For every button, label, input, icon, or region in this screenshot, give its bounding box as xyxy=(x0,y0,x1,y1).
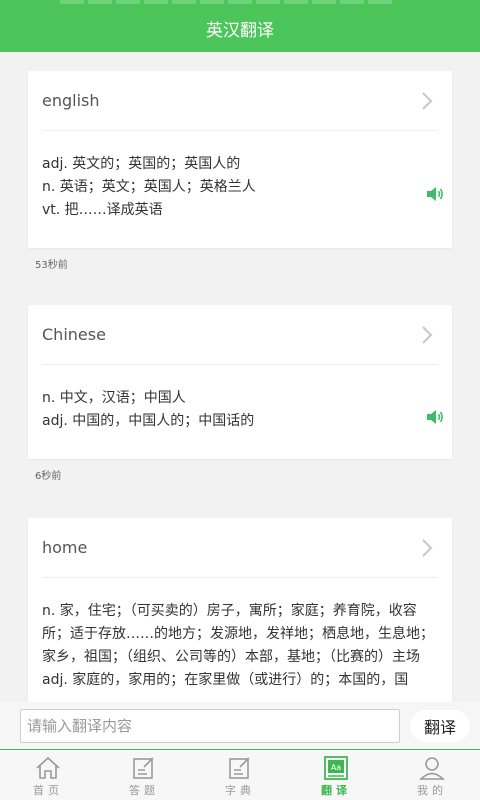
edit-icon xyxy=(133,757,154,779)
page-title: 英汉翻译 xyxy=(206,21,274,41)
tab-profile[interactable]: 我的 xyxy=(384,750,480,800)
tab-dictionary[interactable]: 字典 xyxy=(192,750,288,800)
card-header[interactable]: home xyxy=(42,518,438,578)
entry-definitions: n. 中文，汉语；中国人 adj. 中国的，中国人的；中国话的 xyxy=(28,365,452,433)
tab-quiz[interactable]: 答题 xyxy=(96,750,192,800)
chevron-right-icon[interactable] xyxy=(418,539,436,557)
tab-label: 翻译 xyxy=(321,784,351,797)
tab-label: 首页 xyxy=(33,784,63,797)
dictionary-icon xyxy=(229,757,250,779)
svg-text:Aa: Aa xyxy=(331,763,341,772)
tab-home[interactable]: 首页 xyxy=(0,750,96,800)
status-dots xyxy=(60,0,392,4)
history-card[interactable]: Chinese n. 中文，汉语；中国人 adj. 中国的，中国人的；中国话的 xyxy=(28,305,452,459)
translate-input[interactable] xyxy=(20,709,400,743)
card-header[interactable]: english xyxy=(42,71,438,131)
speaker-icon[interactable] xyxy=(426,185,444,203)
definition-line: vt. 把……译成英语 xyxy=(42,202,163,218)
card-header[interactable]: Chinese xyxy=(42,305,438,365)
entry-time: 53秒前 xyxy=(35,260,68,271)
definition-line: n. 家，住宅；（可买卖的）房子，寓所；家庭；养育院，收容所；适于存放……的地方… xyxy=(42,603,434,665)
home-icon xyxy=(36,756,60,779)
user-icon xyxy=(419,757,445,780)
entry-definitions: n. 家，住宅；（可买卖的）房子，寓所；家庭；养育院，收容所；适于存放……的地方… xyxy=(28,578,452,692)
entry-word: home xyxy=(42,538,88,557)
definition-line: n. 中文，汉语；中国人 xyxy=(42,390,186,406)
definition-line: adj. 英文的；英国的；英国人的 xyxy=(42,156,241,172)
entry-word: english xyxy=(42,91,100,110)
app-header: 英汉翻译 xyxy=(0,0,480,52)
translate-button[interactable]: 翻译 xyxy=(410,710,470,742)
tab-label: 答题 xyxy=(129,784,159,797)
entry-word: Chinese xyxy=(42,325,106,344)
tab-label: 字典 xyxy=(225,784,255,797)
entry-time: 6秒前 xyxy=(35,471,62,482)
translate-icon: Aa xyxy=(324,756,348,780)
chevron-right-icon[interactable] xyxy=(418,326,436,344)
definition-line: adj. 中国的，中国人的；中国话的 xyxy=(42,413,255,429)
chevron-right-icon[interactable] xyxy=(418,92,436,110)
bottom-tab-bar: 首页 答题 字典 Aa 翻译 我的 xyxy=(0,750,480,800)
translate-input-bar: 翻译 xyxy=(0,702,480,750)
entry-definitions: adj. 英文的；英国的；英国人的 n. 英语；英文；英国人；英格兰人 vt. … xyxy=(28,131,452,222)
history-card[interactable]: english adj. 英文的；英国的；英国人的 n. 英语；英文；英国人；英… xyxy=(28,71,452,248)
speaker-icon[interactable] xyxy=(426,408,444,426)
tab-translate[interactable]: Aa 翻译 xyxy=(288,750,384,800)
definition-line: adj. 家庭的，家用的；在家里做（或进行）的；本国的，国 xyxy=(42,672,409,688)
definition-line: n. 英语；英文；英国人；英格兰人 xyxy=(42,179,256,195)
history-card[interactable]: home n. 家，住宅；（可买卖的）房子，寓所；家庭；养育院，收容所；适于存放… xyxy=(28,518,452,702)
tab-label: 我的 xyxy=(417,784,447,797)
translation-history-list[interactable]: english adj. 英文的；英国的；英国人的 n. 英语；英文；英国人；英… xyxy=(0,52,480,702)
